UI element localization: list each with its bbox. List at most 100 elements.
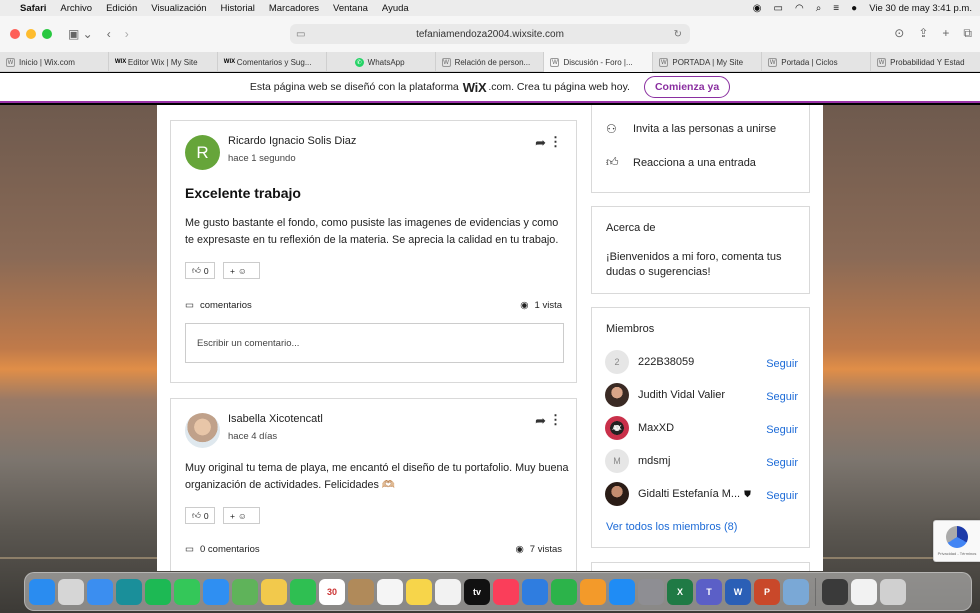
like-button[interactable]: 👍︎ 0 (185, 262, 215, 279)
numbers-icon[interactable] (551, 578, 577, 605)
post-title[interactable]: Excelente trabajo (185, 185, 301, 201)
menu-safari[interactable]: Safari (20, 3, 46, 14)
comments-link[interactable]: ▭ comentarios (185, 300, 252, 311)
textedit-icon[interactable] (851, 578, 877, 605)
menu-marcadores[interactable]: Marcadores (269, 3, 319, 14)
downloads-icon[interactable]: ⊙ (894, 26, 904, 41)
close-window-button[interactable] (10, 29, 20, 39)
add-reaction-button[interactable]: + ☺ (223, 262, 260, 279)
member-name[interactable]: MaxXD (638, 422, 674, 434)
tab-comentarios[interactable]: WIX Comentarios y Sug... (218, 52, 327, 72)
music-icon[interactable] (493, 578, 519, 605)
powerpoint-icon[interactable]: P (754, 578, 780, 605)
follow-button[interactable]: Seguir (766, 358, 798, 370)
calendar-icon[interactable]: 30 (319, 578, 345, 605)
back-arrow-icon[interactable]: ‹ (107, 27, 111, 41)
menu-visualizacion[interactable]: Visualización (151, 3, 206, 14)
react-to-post-link[interactable]: 👍︎ Reacciona a una entrada (606, 155, 756, 170)
status-app-icon[interactable]: ◉ (753, 3, 762, 14)
tab-portada-mysite[interactable]: W PORTADA | My Site (653, 52, 763, 72)
post-author[interactable]: Isabella Xicotencatl (228, 413, 323, 425)
photos-icon[interactable] (261, 578, 287, 605)
facetime-icon[interactable] (290, 578, 316, 605)
messages-icon[interactable] (174, 578, 200, 605)
tab-portada-ciclos[interactable]: W Portada | Ciclos (762, 52, 872, 72)
avatar[interactable]: AX (605, 416, 629, 440)
calculator-icon[interactable] (822, 578, 848, 605)
spotify-icon[interactable] (145, 578, 171, 605)
avatar[interactable] (605, 383, 629, 407)
follow-button[interactable]: Seguir (766, 457, 798, 469)
share-icon[interactable]: ➦ (535, 413, 546, 429)
freeform-icon[interactable] (435, 578, 461, 605)
minimize-window-button[interactable] (26, 29, 36, 39)
more-options-icon[interactable]: ⋮ (549, 134, 562, 150)
avatar[interactable] (185, 413, 220, 448)
avatar[interactable] (605, 482, 629, 506)
add-reaction-button[interactable]: + ☺ (223, 507, 260, 524)
see-all-members-link[interactable]: Ver todos los miembros (8) (606, 521, 737, 533)
get-started-button[interactable]: Comienza ya (643, 76, 731, 98)
maps-icon[interactable] (232, 578, 258, 605)
menubar-datetime[interactable]: Vie 30 de may 3:41 p.m. (869, 3, 972, 14)
menu-ventana[interactable]: Ventana (333, 3, 368, 14)
follow-button[interactable]: Seguir (766, 490, 798, 502)
keynote-icon[interactable] (522, 578, 548, 605)
zoom-window-button[interactable] (42, 29, 52, 39)
reminders-icon[interactable] (377, 578, 403, 605)
siri-icon[interactable]: ● (851, 3, 857, 14)
battery-icon[interactable]: ▭ (774, 3, 783, 14)
edge-icon[interactable] (116, 578, 142, 605)
control-center-icon[interactable]: ≡ (833, 3, 839, 14)
comment-input[interactable]: Escribir un comentario... (185, 323, 564, 363)
trash-icon[interactable] (880, 578, 906, 605)
word-icon[interactable]: W (725, 578, 751, 605)
menu-ayuda[interactable]: Ayuda (382, 3, 409, 14)
recaptcha-badge[interactable]: Privacidad - Términos (933, 520, 980, 562)
notes-icon[interactable] (406, 578, 432, 605)
member-name[interactable]: mdsmj (638, 455, 670, 467)
launchpad-icon[interactable] (58, 578, 84, 605)
preview-icon[interactable] (783, 578, 809, 605)
tab-editor-wix[interactable]: WIX Editor Wix | My Site (109, 52, 218, 72)
app-store-icon[interactable] (609, 578, 635, 605)
tab-overview-icon[interactable]: ⧉ (963, 26, 972, 41)
avatar[interactable]: R (185, 135, 220, 170)
avatar[interactable]: M (605, 449, 629, 473)
reload-icon[interactable]: ↻ (674, 29, 682, 40)
member-name[interactable]: Gidalti Estefanía M... (638, 488, 740, 500)
recaptcha-text[interactable]: Privacidad - Términos (938, 551, 977, 556)
new-tab-icon[interactable]: + (942, 26, 949, 41)
follow-button[interactable]: Seguir (766, 391, 798, 403)
more-options-icon[interactable]: ⋮ (549, 412, 562, 428)
tab-relacion[interactable]: W Relación de person... (436, 52, 545, 72)
tab-probabilidad[interactable]: W Probabilidad Y Estad (871, 52, 980, 72)
post-author[interactable]: Ricardo Ignacio Solis Diaz (228, 135, 356, 147)
invite-people-link[interactable]: ⚇ Invita a las personas a unirse (606, 122, 776, 136)
tab-discusion-foro[interactable]: W Discusión - Foro |... (544, 52, 654, 72)
spotlight-search-icon[interactable]: ⌕ (816, 3, 822, 14)
member-name[interactable]: 222B38059 (638, 356, 694, 368)
tab-whatsapp[interactable]: ✆ WhatsApp (327, 52, 436, 72)
menu-archivo[interactable]: Archivo (60, 3, 92, 14)
safari-icon[interactable] (87, 578, 113, 605)
excel-icon[interactable]: X (667, 578, 693, 605)
menu-historial[interactable]: Historial (221, 3, 255, 14)
wifi-icon[interactable]: ◠ (795, 3, 804, 14)
pages-icon[interactable] (580, 578, 606, 605)
avatar[interactable]: 2 (605, 350, 629, 374)
share-icon[interactable]: ⇪ (918, 26, 928, 41)
address-bar[interactable]: ▭ tefaniamendoza2004.wixsite.com ↻ (290, 24, 690, 44)
forward-arrow-icon[interactable]: › (125, 27, 129, 41)
apple-tv-icon[interactable]: tv (464, 578, 490, 605)
mail-icon[interactable] (203, 578, 229, 605)
finder-icon[interactable] (29, 578, 55, 605)
system-settings-icon[interactable] (638, 578, 664, 605)
menu-edicion[interactable]: Edición (106, 3, 137, 14)
teams-icon[interactable]: T (696, 578, 722, 605)
comments-link[interactable]: ▭ 0 comentarios (185, 544, 260, 555)
tab-inicio-wix[interactable]: W Inicio | Wix.com (0, 52, 109, 72)
sidebar-toggle-icon[interactable]: ▣ ⌄ (68, 27, 93, 41)
contacts-icon[interactable] (348, 578, 374, 605)
member-name[interactable]: Judith Vidal Valier (638, 389, 725, 401)
